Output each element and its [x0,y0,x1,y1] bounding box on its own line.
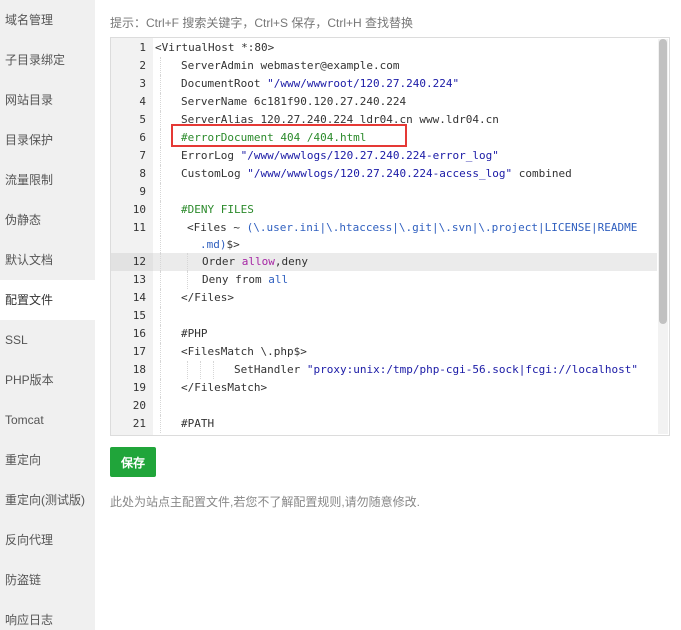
line-number: 14 [111,289,153,307]
code-line: 16 #PHP [111,325,657,343]
line-number: 19 [111,379,153,397]
sidebar-item-traffic-limit[interactable]: 流量限制 [0,160,95,200]
sidebar-item-hotlink-protect[interactable]: 防盗链 [0,560,95,600]
code-text: ServerName 6c181f90.120.27.240.224 [181,95,407,108]
sidebar-item-config-file[interactable]: 配置文件 [0,280,95,320]
code-text: </FilesMatch> [181,381,268,394]
code-line: 4 ServerName 6c181f90.120.27.240.224 [111,93,657,111]
sidebar-item-rewrite[interactable]: 伪静态 [0,200,95,240]
shortcut-hint: 提示：Ctrl+F 搜索关键字，Ctrl+S 保存，Ctrl+H 查找替换 [110,16,414,30]
config-warning-note: 此处为站点主配置文件,若您不了解配置规则,请勿随意修改. [110,495,421,509]
sidebar-item-redirect[interactable]: 重定向 [0,440,95,480]
line-number: 16 [111,325,153,343]
config-code-editor[interactable]: 1 <VirtualHost *:80> 2 ServerAdmin webma… [110,37,670,436]
code-text: ServerAdmin webmaster@example.com [181,59,400,72]
line-number: 4 [111,93,153,111]
sidebar-item-site-dir[interactable]: 网站目录 [0,80,95,120]
line-number: 3 [111,75,153,93]
sidebar-item-redirect-beta[interactable]: 重定向(测试版) [0,480,95,520]
code-text: SetHandler [234,363,307,376]
code-line: 10 #DENY FILES [111,201,657,219]
code-line: .md)$> [111,236,657,253]
line-number: 5 [111,111,153,129]
code-text: <FilesMatch \.php$> [181,345,307,358]
code-line: 1 <VirtualHost *:80> [111,39,657,57]
line-number: 9 [111,183,153,201]
code-line: 7 ErrorLog "/www/wwwlogs/120.27.240.224-… [111,147,657,165]
line-number: 13 [111,271,153,289]
code-comment: #DENY FILES [181,203,254,216]
code-keyword: all [268,273,289,286]
code-line: 8 CustomLog "/www/wwwlogs/120.27.240.224… [111,165,657,183]
line-number: 6 [111,129,153,147]
code-string: "/www/wwwlogs/120.27.240.224-access_log" [247,167,513,180]
code-text: #PHP [181,327,208,340]
code-line: 21 #PATH [111,415,657,433]
line-number: 2 [111,57,153,75]
code-text: #PATH [181,417,215,430]
scrollbar-thumb[interactable] [659,39,667,324]
code-text: $> [226,238,240,251]
code-text: combined [512,167,572,180]
code-text: Order [202,255,242,268]
code-text: ErrorLog [181,149,241,162]
code-line: 9 [111,183,657,201]
code-text: ,deny [274,255,308,268]
code-line: 2 ServerAdmin webmaster@example.com [111,57,657,75]
save-button[interactable]: 保存 [110,447,156,477]
code-line: 15 [111,307,657,325]
code-regex: (\.user.ini|\.htaccess|\.git|\.svn|\.pro… [246,221,638,234]
code-keyword: allow [241,255,275,268]
line-number [111,236,153,253]
code-text: Deny from [202,273,269,286]
line-number: 11 [111,219,153,236]
code-string: "proxy:unix:/tmp/php-cgi-56.sock|fcgi://… [306,363,638,376]
code-text: <Files ~ [187,221,247,234]
line-number: 12 [111,253,153,271]
code-line: 20 [111,397,657,415]
sidebar-item-response-log[interactable]: 响应日志 [0,600,95,630]
code-line: 11 <Files ~ (\.user.ini|\.htaccess|\.git… [111,219,657,236]
highlight-annotation-box [171,124,407,147]
sidebar-item-default-doc[interactable]: 默认文档 [0,240,95,280]
sidebar-item-tomcat[interactable]: Tomcat [0,400,95,440]
sidebar-item-domain[interactable]: 域名管理 [0,0,95,40]
line-number: 1 [111,39,153,57]
code-text: CustomLog [181,167,248,180]
sidebar: 域名管理 子目录绑定 网站目录 目录保护 流量限制 伪静态 默认文档 配置文件 … [0,0,95,630]
line-number: 20 [111,397,153,415]
line-number: 8 [111,165,153,183]
code-string: "/www/wwwroot/120.27.240.224" [267,77,460,90]
sidebar-item-ssl[interactable]: SSL [0,320,95,360]
code-string: "/www/wwwlogs/120.27.240.224-error_log" [240,149,499,162]
code-line: 17 <FilesMatch \.php$> [111,343,657,361]
editor-scrollbar[interactable] [658,39,668,434]
line-number: 15 [111,307,153,325]
code-text: DocumentRoot [181,77,268,90]
line-number: 18 [111,361,153,379]
code-line-active: 12 Order allow,deny [111,253,657,271]
code-line: 18 SetHandler "proxy:unix:/tmp/php-cgi-5… [111,361,657,379]
line-number: 17 [111,343,153,361]
line-number: 10 [111,201,153,219]
code-line: 19 </FilesMatch> [111,379,657,397]
code-line: 3 DocumentRoot "/www/wwwroot/120.27.240.… [111,75,657,93]
code-text: </Files> [181,291,234,304]
line-number: 21 [111,415,153,433]
code-regex: .md) [200,238,227,251]
code-text: <VirtualHost *:80> [155,41,275,54]
code-line: 14 </Files> [111,289,657,307]
sidebar-item-reverse-proxy[interactable]: 反向代理 [0,520,95,560]
line-number: 7 [111,147,153,165]
sidebar-item-subdir-binding[interactable]: 子目录绑定 [0,40,95,80]
code-line: 13 Deny from all [111,271,657,289]
sidebar-item-dir-protect[interactable]: 目录保护 [0,120,95,160]
sidebar-item-php-version[interactable]: PHP版本 [0,360,95,400]
